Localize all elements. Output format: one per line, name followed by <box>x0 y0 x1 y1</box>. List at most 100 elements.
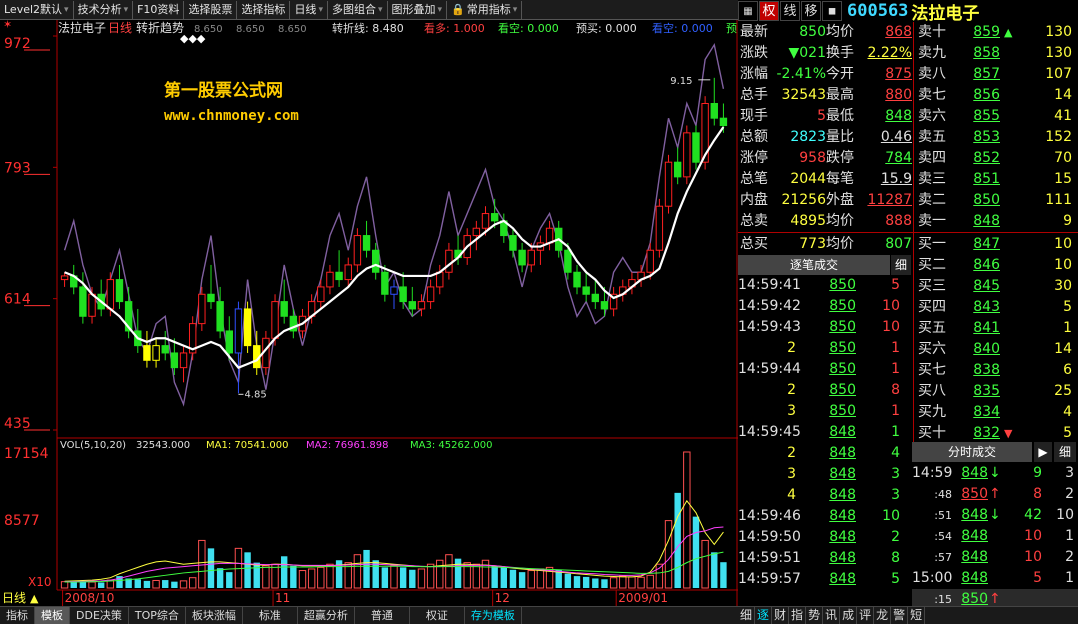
tech-analysis-label: 技术分析 <box>77 2 122 16</box>
candle-body <box>481 213 490 229</box>
toolbar-f10[interactable]: F10资料 <box>133 0 185 19</box>
ts-count: 2 <box>1065 549 1074 565</box>
tab-normal[interactable]: 普通 <box>355 607 410 624</box>
side-tab-5[interactable]: 讯 <box>823 607 841 624</box>
level-price: 835 <box>973 383 1000 399</box>
volume-bar <box>426 563 435 589</box>
quote-row: 内盘 21256 外盘 11287 <box>738 190 914 211</box>
candle-body <box>436 271 444 288</box>
tab-sector[interactable]: 板块涨幅 <box>186 607 243 624</box>
candle-body <box>472 227 481 237</box>
order-book-row[interactable]: 买五 841 1 <box>916 318 1076 339</box>
ma-val-3: 8.650 <box>278 24 307 35</box>
ts-volume: 10 <box>1024 549 1042 565</box>
volume-bar <box>518 572 526 588</box>
order-book-row[interactable]: 买六 840 14 <box>916 339 1076 360</box>
order-book-row[interactable]: 买四 843 5 <box>916 297 1076 318</box>
volume-bar <box>188 577 197 589</box>
candle-body <box>371 249 380 273</box>
tab-template[interactable]: 模板 <box>35 607 70 624</box>
order-book-row[interactable]: 卖二 850 111 <box>916 190 1076 211</box>
tab-save-template[interactable]: 存为模板 <box>465 607 522 624</box>
side-tab-6[interactable]: 成 <box>840 607 858 624</box>
tick-volume: 3 <box>891 466 900 482</box>
order-book-row[interactable]: 卖九 858 130 <box>916 43 1076 64</box>
level-label: 卖四 <box>918 150 946 166</box>
toolbar-select-stock[interactable]: 选择股票 <box>184 0 238 19</box>
tick-list[interactable]: 14:59:41 850 5 14:59:42 850 10 14:59:43 850 10 2 8… <box>738 275 910 605</box>
toolbar-daily[interactable]: 日线 ▾ <box>290 0 328 19</box>
tab-super[interactable]: 超赢分析 <box>298 607 355 624</box>
date-axis-label: 2009/01 <box>618 591 668 605</box>
level-volume: 9 <box>1063 213 1072 229</box>
tick-time: 14:59:45 <box>738 424 801 440</box>
vol-ma2: MA2: 76961.898 <box>306 440 388 451</box>
tick-panel-detail-tab[interactable]: 细 <box>891 255 911 275</box>
time-sales-list[interactable]: 14:59 848 ↓ 9 3:48 850 ↑ 8 2:51 848 ↓ 42 10:54 848 10 1… <box>912 463 1078 610</box>
volume-bar <box>683 451 691 589</box>
tab-warrant[interactable]: 权证 <box>410 607 465 624</box>
toolbar-select-indicator[interactable]: 选择指标 <box>237 0 291 19</box>
order-book-row[interactable]: 卖十 859 ▲ 130 <box>916 22 1076 43</box>
chevron-down-icon: ▾ <box>64 4 69 15</box>
dropdown-icon[interactable]: ◼ <box>822 1 842 21</box>
tab-rights[interactable]: 权 <box>759 1 779 21</box>
side-tab-4[interactable]: 势 <box>806 607 824 624</box>
order-book-row[interactable]: 买三 845 30 <box>916 276 1076 297</box>
order-book-row[interactable]: 卖八 857 107 <box>916 64 1076 85</box>
toolbar-tech-analysis[interactable]: 技术分析 ▾ <box>74 0 134 19</box>
side-tab-10[interactable]: 短 <box>908 607 926 624</box>
ma-val-2: 8.650 <box>236 24 265 35</box>
order-book-row[interactable]: 卖五 853 152 <box>916 127 1076 148</box>
toolbar-level2[interactable]: Level2默认 ▾ <box>0 0 74 19</box>
tick-row: 14:59:43 850 10 <box>738 317 910 338</box>
candle-body <box>426 286 435 303</box>
order-book-row[interactable]: 买七 838 6 <box>916 360 1076 381</box>
order-book-row[interactable]: 卖六 855 41 <box>916 106 1076 127</box>
candle-body <box>243 308 252 347</box>
tab-move[interactable]: 移 <box>801 1 821 21</box>
toolbar-multi-chart[interactable]: 多图组合 ▾ <box>328 0 388 19</box>
side-tab-0[interactable]: 细 <box>738 607 756 624</box>
menu-icon[interactable]: ▦ <box>738 1 758 21</box>
side-tab-1[interactable]: 逐 <box>755 607 773 624</box>
tab-dde[interactable]: DDE决策 <box>70 607 129 624</box>
stock-code: 600563 <box>847 1 909 21</box>
level-price: 846 <box>973 257 1000 273</box>
volume-bar <box>445 554 453 589</box>
time-sales-prev-icon[interactable]: ▶ <box>1034 442 1052 462</box>
toolbar-overlay[interactable]: 图形叠加 ▾ <box>388 0 448 19</box>
chart-svg[interactable]: ✶ 法拉电子 日线 转折趋势 8.650 8.650 8.650 转折线: 8.… <box>0 18 738 606</box>
candle-body <box>683 132 691 178</box>
order-book-row[interactable]: 买九 834 4 <box>916 402 1076 423</box>
chart-area[interactable]: ✶ 法拉电子 日线 转折趋势 8.650 8.650 8.650 转折线: 8.… <box>0 18 738 606</box>
order-book-row[interactable]: 卖一 848 9 <box>916 211 1076 232</box>
volume-bar <box>60 581 69 589</box>
side-tab-7[interactable]: 评 <box>857 607 875 624</box>
tab-standard[interactable]: 标准 <box>243 607 298 624</box>
order-book-row[interactable]: 卖七 856 14 <box>916 85 1076 106</box>
tab-indicator[interactable]: 指标 <box>0 607 35 624</box>
level-price: 853 <box>973 129 1000 145</box>
level-volume: 70 <box>1054 150 1072 166</box>
side-tab-8[interactable]: 龙 <box>874 607 892 624</box>
tab-top[interactable]: TOP综合 <box>129 607 186 624</box>
candle-body <box>527 249 535 266</box>
order-book-row[interactable]: 卖四 852 70 <box>916 148 1076 169</box>
tick-time: 14:59:43 <box>738 319 801 335</box>
order-book-row[interactable]: 卖三 851 15 <box>916 169 1076 190</box>
order-book-row[interactable]: 买八 835 25 <box>916 381 1076 402</box>
time-sales-detail-tab[interactable]: 细 <box>1054 442 1076 462</box>
tab-line[interactable]: 线 <box>780 1 800 21</box>
order-book-row[interactable]: 买一 847 10 <box>916 234 1076 255</box>
order-book-row[interactable]: 买二 846 10 <box>916 255 1076 276</box>
side-tab-9[interactable]: 警 <box>891 607 909 624</box>
order-book-row[interactable]: 买十 832 ▼ 5 <box>916 423 1076 444</box>
pre-buy-value: 预买: 0.000 <box>576 22 637 35</box>
toolbar-common-indicators[interactable]: 🔒 常用指标 ▾ <box>447 0 523 19</box>
side-tab-2[interactable]: 财 <box>772 607 790 624</box>
side-tab-3[interactable]: 指 <box>789 607 807 624</box>
tick-price: 850 <box>829 382 856 398</box>
level-price: 845 <box>973 278 1000 294</box>
quote-value: 868 <box>885 24 912 40</box>
